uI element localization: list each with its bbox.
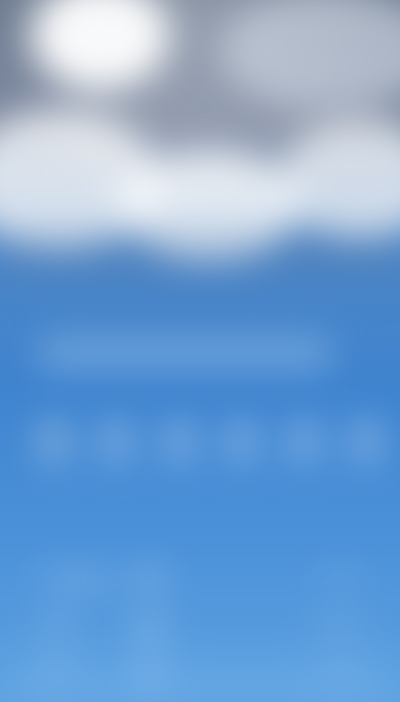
forecast-summary (40, 338, 330, 368)
hourly-item (164, 418, 193, 466)
weather-icon (170, 434, 187, 450)
hourly-item (351, 418, 380, 466)
day-label (40, 572, 114, 586)
weather-icon (233, 434, 250, 450)
weather-icon (46, 434, 62, 450)
weather-icon (136, 618, 164, 640)
weather-icon (295, 434, 312, 450)
daily-row (40, 568, 360, 592)
weather-icon (108, 434, 125, 450)
hourly-item (102, 418, 131, 466)
divider (40, 500, 360, 501)
bottom-glow (0, 640, 400, 702)
weather-icon (136, 568, 164, 590)
hourly-item (289, 418, 318, 466)
weather-screen (0, 0, 400, 702)
daily-row (40, 618, 360, 642)
weather-icon (357, 434, 374, 450)
blur-layer (0, 0, 400, 702)
temperature-range (320, 572, 360, 586)
hourly-item (40, 418, 68, 466)
hourly-item (227, 418, 256, 466)
hourly-forecast[interactable] (40, 418, 380, 478)
day-label (40, 622, 74, 636)
temperature-range (320, 622, 360, 636)
sky-fade (0, 230, 400, 300)
